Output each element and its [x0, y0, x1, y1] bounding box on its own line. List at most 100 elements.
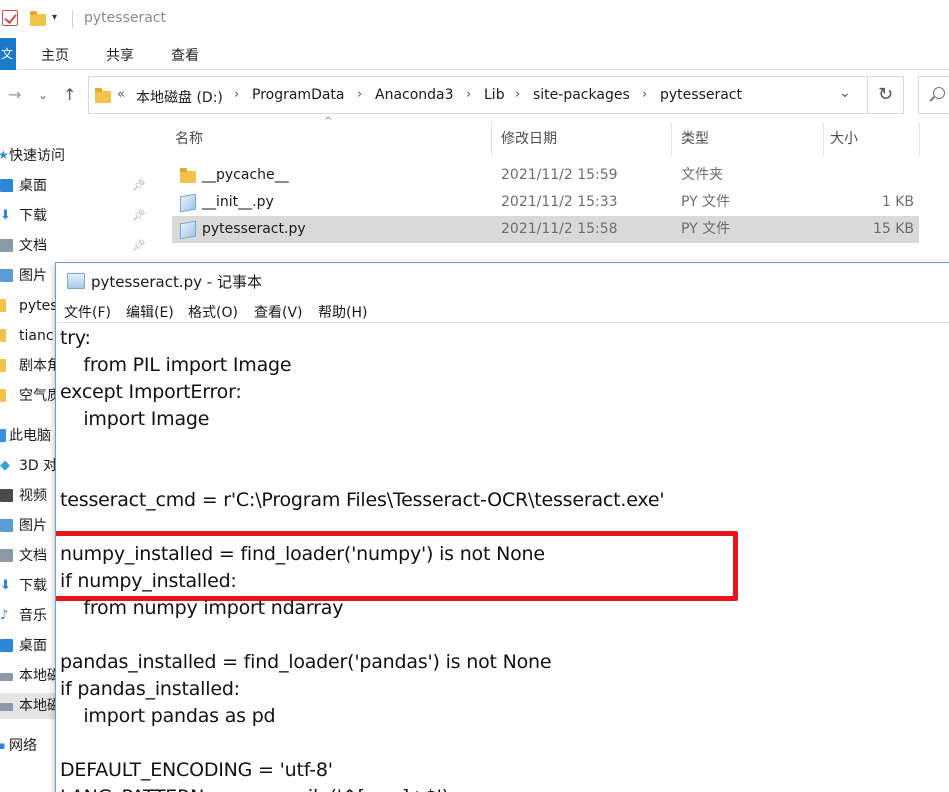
- breadcrumb-separator-icon[interactable]: ›: [357, 87, 362, 102]
- notepad-window: pytesseract.py - 记事本 文件(F) 编辑(E) 格式(O) 查…: [55, 262, 949, 792]
- column-header-type[interactable]: 类型: [681, 128, 709, 148]
- file-type: PY 文件: [681, 194, 731, 210]
- file-row-pytesseract-py[interactable]: pytesseract.py 2021/11/2 15:58 PY 文件 15 …: [172, 216, 919, 243]
- file-modified: 2021/11/2 15:33: [501, 194, 618, 210]
- explorer-title-bar: ▾ pytesseract: [0, 0, 949, 38]
- nav-label: 此电脑: [9, 428, 51, 444]
- nav-item-quick-access[interactable]: ★ 快速访问: [0, 143, 160, 169]
- column-divider[interactable]: [823, 122, 824, 156]
- tab-view[interactable]: 查看: [171, 45, 199, 65]
- nav-label: 图片: [19, 518, 47, 534]
- nav-item-desktop[interactable]: 桌面 📌︎: [0, 173, 160, 199]
- notepad-text-area[interactable]: try: from PIL import Image except ImportE…: [56, 325, 949, 792]
- tab-file[interactable]: 文件: [0, 38, 16, 70]
- download-icon: ⬇: [0, 208, 11, 223]
- nav-label: 下载: [19, 208, 47, 224]
- column-divider[interactable]: [671, 122, 672, 156]
- forward-arrow-icon[interactable]: →: [8, 85, 21, 104]
- address-folder-icon: [95, 88, 111, 103]
- recent-locations-chevron-icon[interactable]: ⌄: [38, 88, 48, 102]
- file-row-pycache[interactable]: __pycache__ 2021/11/2 15:59 文件夹: [172, 162, 919, 189]
- tab-share[interactable]: 共享: [106, 45, 134, 65]
- code-line: import pandas as pd: [60, 705, 276, 727]
- code-line: from numpy import ndarray: [60, 597, 344, 619]
- code-line: if pandas_installed:: [60, 678, 240, 700]
- python-file-icon: [180, 193, 196, 213]
- desktop-icon: [0, 639, 13, 652]
- computer-icon: [0, 429, 6, 442]
- column-divider[interactable]: [919, 122, 920, 156]
- pictures-icon: [0, 269, 13, 282]
- nav-item-downloads[interactable]: ⬇ 下载 📌︎: [0, 203, 160, 229]
- folder-icon: [0, 359, 6, 372]
- notepad-icon[interactable]: [67, 273, 85, 289]
- pictures-icon: [0, 519, 13, 532]
- breadcrumb-local-disk-d[interactable]: 本地磁盘 (D:): [136, 87, 223, 107]
- pin-icon[interactable]: 📌︎: [132, 173, 146, 199]
- documents-icon: [0, 239, 13, 252]
- column-divider[interactable]: [491, 122, 492, 156]
- file-row-init-py[interactable]: __init__.py 2021/11/2 15:33 PY 文件 1 KB: [172, 189, 919, 216]
- file-modified: 2021/11/2 15:58: [501, 221, 618, 237]
- breadcrumb-lib[interactable]: Lib: [484, 87, 505, 103]
- breadcrumb-separator-icon[interactable]: ›: [642, 87, 647, 102]
- refresh-icon[interactable]: ↻: [868, 76, 904, 114]
- file-size: 1 KB: [881, 194, 914, 210]
- breadcrumb-pytesseract[interactable]: pytesseract: [660, 87, 742, 103]
- nav-label: tianc: [19, 328, 54, 344]
- folder-icon: [0, 329, 6, 342]
- file-list-header: ^ 名称 修改日期 类型 大小: [160, 116, 949, 158]
- menu-edit[interactable]: 编辑(E): [126, 302, 174, 322]
- breadcrumb-site-packages[interactable]: site-packages: [533, 87, 630, 103]
- file-name: pytesseract.py: [202, 221, 306, 237]
- nav-label: 下载: [19, 578, 47, 594]
- desktop-icon: [0, 179, 13, 192]
- nav-label: 视频: [19, 488, 47, 504]
- search-input[interactable]: [918, 76, 949, 114]
- column-header-size[interactable]: 大小: [830, 128, 858, 148]
- quick-access-new-folder-icon[interactable]: [30, 11, 46, 26]
- nav-label: 文档: [19, 548, 47, 564]
- file-name: __init__.py: [202, 194, 274, 210]
- menu-format[interactable]: 格式(O): [188, 302, 238, 322]
- breadcrumb-programdata[interactable]: ProgramData: [252, 87, 345, 103]
- python-file-icon: [180, 220, 196, 240]
- breadcrumb-separator-icon[interactable]: ›: [234, 87, 239, 102]
- breadcrumb-separator-icon[interactable]: ›: [466, 87, 471, 102]
- notepad-title-bar[interactable]: pytesseract.py - 记事本: [56, 263, 949, 299]
- quick-access-dropdown-icon[interactable]: ▾: [52, 12, 57, 23]
- folder-icon: [0, 389, 6, 402]
- address-bar[interactable]: « 本地磁盘 (D:) › ProgramData › Anaconda3 › …: [88, 76, 868, 114]
- nav-label: 快速访问: [9, 148, 65, 164]
- code-line: if numpy_installed:: [60, 570, 237, 592]
- up-arrow-icon[interactable]: ↑: [63, 85, 76, 104]
- breadcrumb-anaconda3[interactable]: Anaconda3: [375, 87, 454, 103]
- column-header-modified[interactable]: 修改日期: [501, 128, 557, 148]
- file-size: 15 KB: [872, 221, 914, 237]
- pin-icon[interactable]: 📌︎: [132, 203, 146, 229]
- notepad-window-title: pytesseract.py - 记事本: [91, 273, 262, 291]
- menu-view[interactable]: 查看(V): [254, 302, 303, 322]
- file-type: 文件夹: [681, 167, 723, 183]
- code-line: pandas_installed = find_loader('pandas')…: [60, 651, 552, 673]
- drive-icon: [0, 703, 13, 711]
- code-line: tesseract_cmd = r'C:\Program Files\Tesse…: [60, 489, 665, 511]
- title-separator: [72, 10, 73, 28]
- nav-label: 网络: [9, 738, 37, 754]
- pin-icon[interactable]: 📌︎: [132, 233, 146, 259]
- address-history-chevron-icon[interactable]: ⌄: [839, 85, 851, 101]
- breadcrumb-separator-icon[interactable]: ›: [515, 87, 520, 102]
- menu-file[interactable]: 文件(F): [64, 302, 111, 322]
- explorer-window-title: pytesseract: [84, 10, 166, 26]
- quick-access-properties-icon[interactable]: [2, 10, 18, 26]
- code-line: from PIL import Image: [60, 354, 292, 376]
- folder-icon: [180, 168, 196, 183]
- breadcrumb-overflow[interactable]: «: [117, 87, 125, 102]
- menu-help[interactable]: 帮助(H): [318, 302, 367, 322]
- documents-icon: [0, 549, 13, 562]
- nav-item-documents[interactable]: 文档 📌︎: [0, 233, 160, 259]
- ribbon-tabs: 文件 主页 共享 查看: [0, 38, 949, 70]
- nav-label: 文档: [19, 238, 47, 254]
- tab-home[interactable]: 主页: [41, 45, 69, 65]
- column-header-name[interactable]: 名称: [175, 128, 203, 148]
